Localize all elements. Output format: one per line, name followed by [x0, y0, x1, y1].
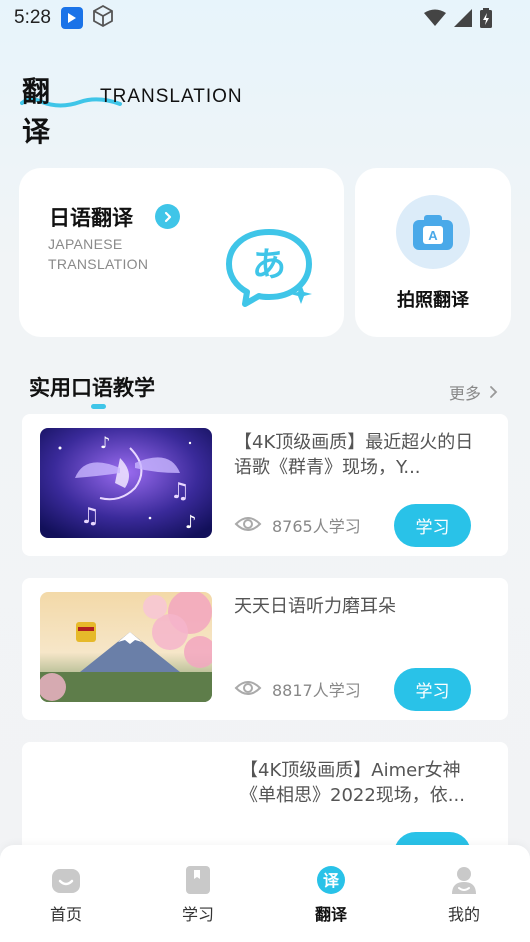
- section-title: 实用口语教学: [29, 376, 155, 400]
- svg-text:译: 译: [323, 871, 340, 890]
- svg-text:♪: ♪: [100, 433, 110, 452]
- tab-study-label: 学习: [181, 905, 214, 924]
- japanese-translation-subtitle: JAPANESE: [48, 236, 123, 252]
- course-learner-count: 8817人学习: [272, 681, 361, 700]
- course-thumbnail: ♪ ♫ ♫ ♪: [40, 428, 212, 538]
- tab-translate[interactable]: 译 翻译: [296, 865, 366, 925]
- tab-home-label: 首页: [49, 905, 82, 924]
- translate-icon: 译: [317, 866, 345, 894]
- bubble-char: あ: [252, 245, 286, 285]
- cube-icon: [91, 4, 115, 32]
- course-card[interactable]: 天天日语听力磨耳朵 8817人学习 学习: [22, 578, 508, 720]
- page-title-english: TRANSLATION: [100, 86, 243, 107]
- svg-text:A: A: [428, 228, 438, 243]
- chevron-right-icon: [490, 386, 498, 398]
- tab-translate-label: 翻译: [314, 905, 347, 924]
- japanese-translation-subtitle-2: TRANSLATION: [48, 256, 149, 272]
- status-time: 5:28: [14, 7, 51, 28]
- svg-text:♫: ♫: [170, 479, 190, 504]
- signal-icon: [454, 9, 472, 31]
- svg-text:♪: ♪: [185, 512, 197, 533]
- more-label: 更多: [449, 384, 482, 403]
- tab-study[interactable]: 学习: [163, 865, 233, 925]
- photo-translation-label: 拍照翻译: [397, 290, 469, 311]
- status-indicators: [424, 8, 492, 32]
- course-title: 天天日语听力磨耳朵: [234, 596, 396, 617]
- japanese-translation-title: 日语翻译: [49, 206, 133, 230]
- japanese-translation-card[interactable]: 日语翻译 JAPANESE TRANSLATION あ: [19, 168, 344, 337]
- tab-profile[interactable]: 我的: [429, 865, 499, 925]
- page-title: 翻译: [22, 75, 52, 148]
- course-title: 【4K顶级画质】最近超火的日语歌《群青》现场，Y...: [234, 432, 474, 478]
- more-link[interactable]: 更多: [449, 380, 498, 404]
- eye-icon: [234, 681, 262, 695]
- learn-button[interactable]: 学习: [394, 668, 471, 711]
- course-title: 【4K顶级画质】Aimer女神《单相思》2022现场，依...: [240, 760, 465, 806]
- learn-button[interactable]: 学习: [394, 504, 471, 547]
- tab-profile-label: 我的: [447, 905, 480, 924]
- wifi-icon: [424, 9, 446, 31]
- camera-icon: A: [396, 195, 470, 269]
- bottom-tab-bar: 首页 学习 译 翻译 我的: [0, 845, 530, 942]
- book-icon: [186, 866, 210, 894]
- tab-home[interactable]: 首页: [31, 865, 101, 925]
- course-learner-count: 8765人学习: [272, 517, 361, 536]
- svg-text:♫: ♫: [80, 504, 100, 529]
- profile-icon: [452, 867, 476, 894]
- app-notification-icon: [60, 7, 83, 29]
- photo-translation-card[interactable]: A 拍照翻译: [355, 168, 511, 337]
- home-icon: [52, 869, 80, 893]
- course-card[interactable]: ♪ ♫ ♫ ♪ 【4K顶级画质】最近超火的日语歌《群青》现场，Y... 8765…: [22, 414, 508, 556]
- course-thumbnail: [40, 592, 212, 702]
- battery-icon: [480, 8, 492, 32]
- status-bar: 5:28: [0, 0, 530, 36]
- hiragana-bubble-icon: あ: [226, 229, 312, 307]
- section-underline: [91, 404, 106, 409]
- eye-icon: [234, 517, 262, 531]
- arrow-right-icon[interactable]: [155, 204, 180, 229]
